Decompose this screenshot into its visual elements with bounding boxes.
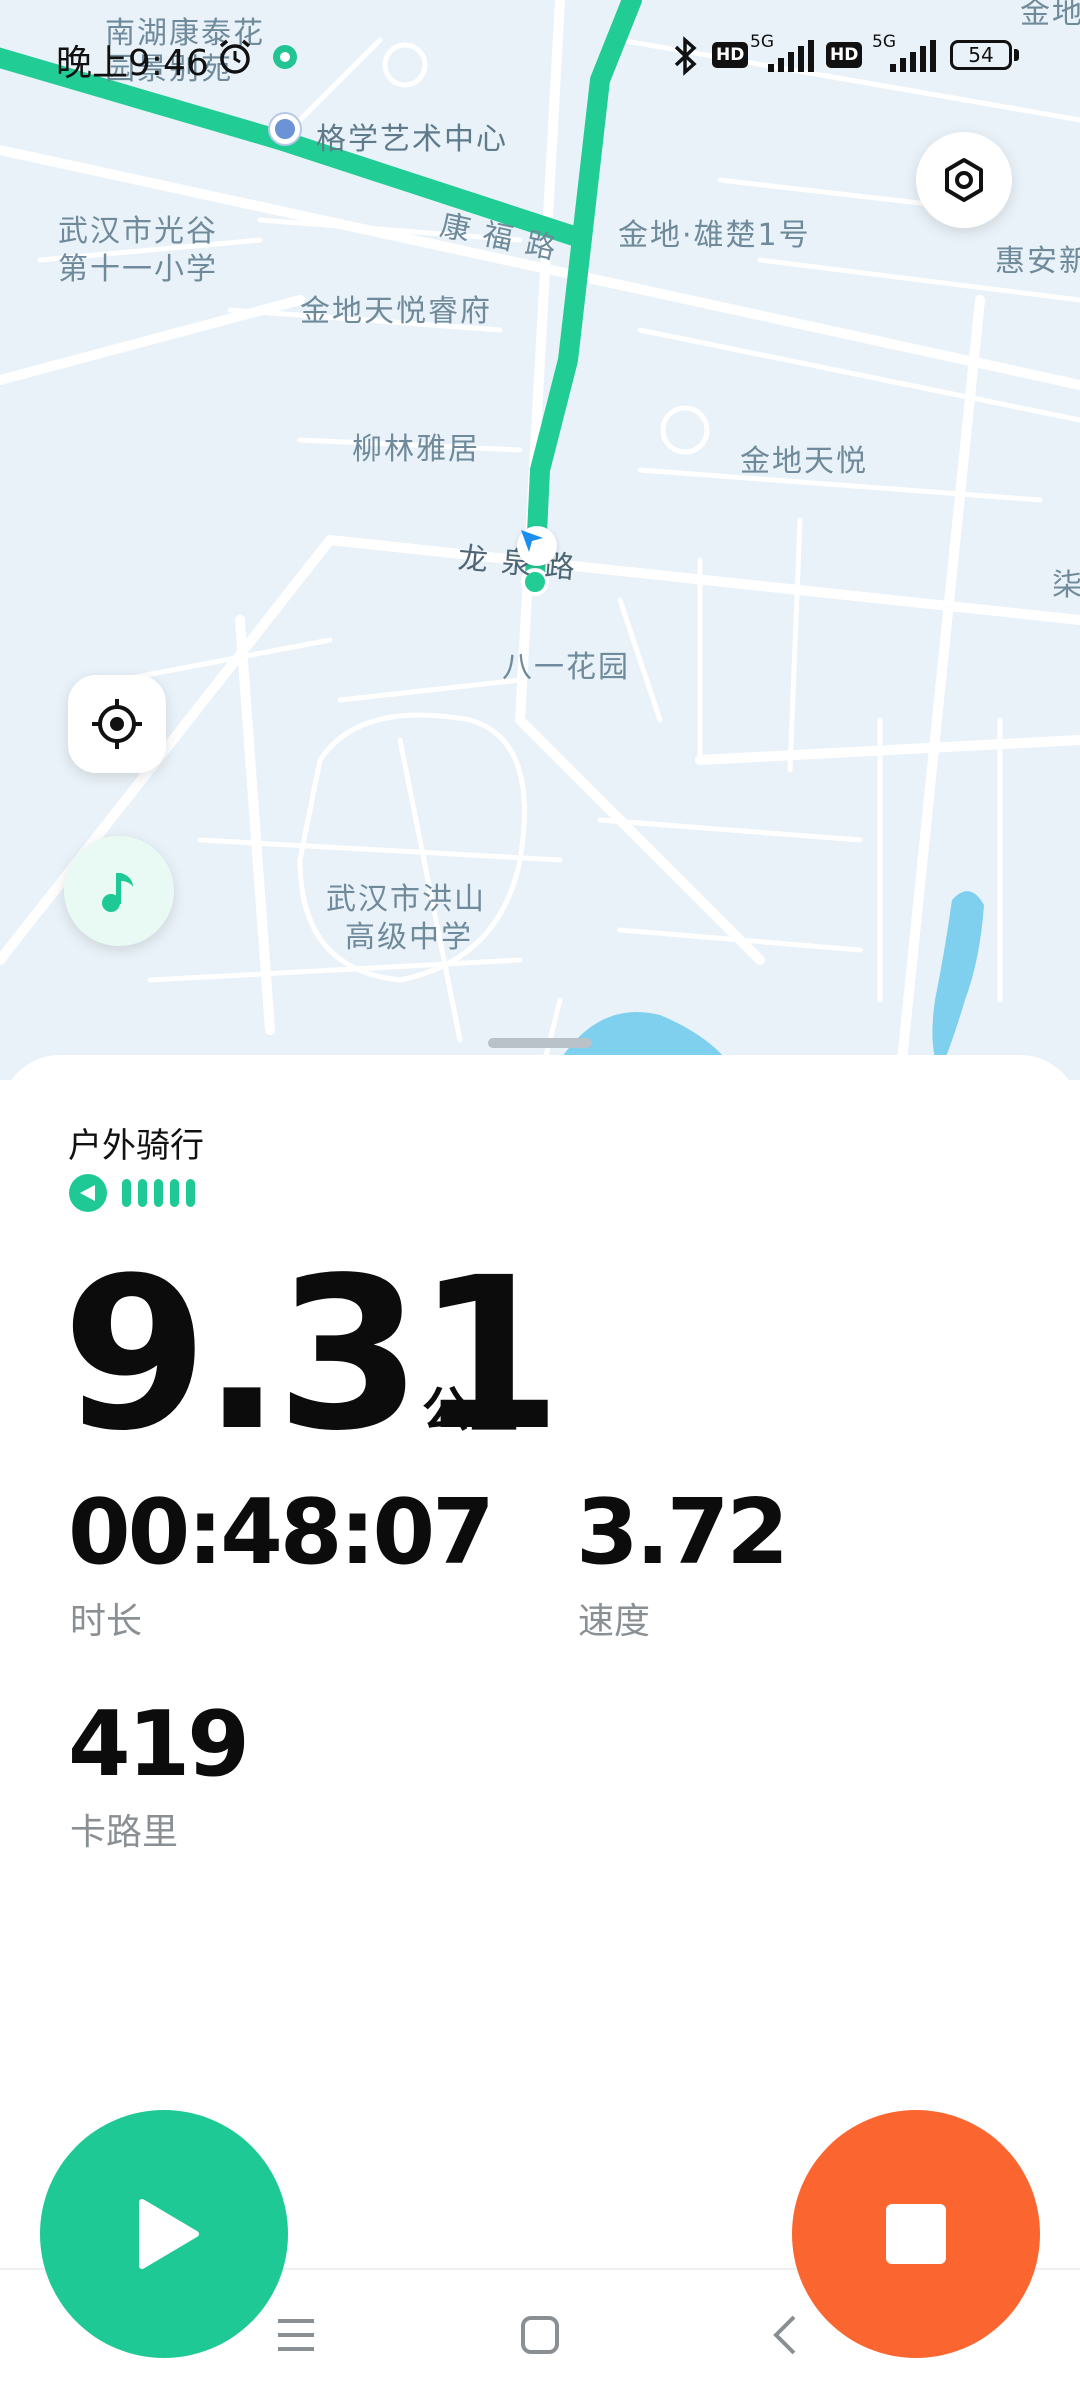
- app-notification-icon: [272, 44, 298, 74]
- status-bar: 晚上9:46 HD 5G HD 5G 54: [0, 0, 1080, 110]
- battery-cap-icon: [1014, 49, 1019, 61]
- map-label-gexue: 格学艺术中心: [316, 122, 508, 157]
- duration-value: 00:48:07: [68, 1480, 495, 1585]
- poi-marker-icon: [270, 114, 300, 144]
- bluetooth-icon: [672, 36, 700, 80]
- stop-square-icon: [886, 2204, 946, 2264]
- map-label-jindi-tianyue: 金地天悦: [740, 444, 868, 479]
- play-icon: [139, 2199, 199, 2269]
- speed-label: 速度: [578, 1601, 651, 1642]
- map-settings-button[interactable]: [916, 132, 1012, 228]
- map-label-zuo-edge: 柒: [1052, 568, 1080, 603]
- signal-icon-2: [888, 40, 936, 76]
- battery-icon: 54: [950, 40, 1012, 70]
- crosshair-icon: [92, 699, 142, 749]
- menu-icon: [278, 2319, 314, 2351]
- nav-menu-button[interactable]: [256, 2305, 336, 2365]
- map-label-jindi-xiongchu: 金地·雄楚1号: [618, 218, 811, 253]
- map-label-huian: 惠安新: [995, 244, 1080, 279]
- nav-back-button[interactable]: [745, 2305, 825, 2365]
- map-label-school-hongshan-2: 高级中学: [345, 920, 473, 955]
- map-label-jindi-tianyue-ruifu: 金地天悦睿府: [300, 294, 492, 329]
- home-square-icon: [521, 2316, 559, 2354]
- signal-icon: [766, 40, 814, 76]
- calories-value: 419: [68, 1692, 250, 1797]
- hexagon-settings-icon: [945, 158, 983, 202]
- map-label-school-guanggu-2: 第十一小学: [58, 252, 218, 287]
- music-note-icon: [102, 873, 133, 912]
- alarm-icon: [216, 38, 254, 80]
- gps-signal-indicator: [68, 1173, 218, 1213]
- back-chevron-icon: [773, 2315, 796, 2355]
- resume-button[interactable]: [40, 2110, 288, 2358]
- drag-handle[interactable]: [488, 1038, 592, 1048]
- current-location-arrow-icon: [517, 526, 557, 566]
- duration-label: 时长: [70, 1601, 143, 1642]
- status-time: 晚上9:46: [56, 43, 209, 84]
- stop-button[interactable]: [792, 2110, 1040, 2358]
- battery-level: 54: [968, 43, 994, 67]
- hd-badge-1: HD: [712, 42, 749, 68]
- speed-value: 3.72: [576, 1480, 789, 1585]
- sport-type-title: 户外骑行: [68, 1126, 204, 1166]
- music-button[interactable]: [64, 836, 174, 946]
- calories-label: 卡路里: [70, 1812, 179, 1853]
- hd-badge-2: HD: [826, 42, 863, 68]
- distance-unit: 公里: [422, 1382, 519, 1438]
- map-label-liulin: 柳林雅居: [352, 432, 480, 467]
- nav-home-button[interactable]: [500, 2305, 580, 2365]
- locate-me-button[interactable]: [68, 675, 166, 773]
- map-label-bayi: 八一花园: [502, 650, 630, 685]
